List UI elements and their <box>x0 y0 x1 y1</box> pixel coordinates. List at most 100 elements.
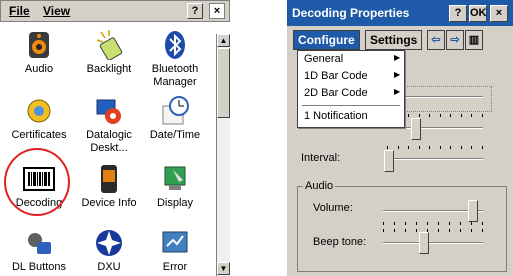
app-label: Bluetooth Manager <box>151 63 199 88</box>
tick-mark <box>383 229 384 232</box>
tick-mark <box>460 229 461 232</box>
tick-mark <box>416 222 417 225</box>
interval-slider-track <box>387 158 483 160</box>
interval-slider-thumb[interactable] <box>384 150 394 172</box>
app-label: Date/Time <box>149 129 201 141</box>
tick-mark <box>405 222 406 225</box>
interval-label: Interval: <box>301 152 341 164</box>
menu-item-notification[interactable]: 1 Notification <box>304 110 368 122</box>
tick-mark <box>408 114 409 117</box>
bluetooth-icon <box>159 30 191 60</box>
clock-icon <box>159 96 191 126</box>
tick-mark <box>460 222 461 225</box>
tick-mark <box>482 229 483 232</box>
tick-mark <box>482 222 483 225</box>
menu-separator <box>302 105 400 106</box>
app-dl-buttons[interactable]: DL Buttons <box>4 228 74 274</box>
app-dxu[interactable]: DXU <box>74 228 144 274</box>
speaker-icon <box>23 30 55 60</box>
scroll-down-arrow[interactable]: ▼ <box>217 262 230 275</box>
tick-mark <box>429 146 430 149</box>
error-icon <box>159 228 191 258</box>
tick-mark <box>419 146 420 149</box>
tick-mark <box>450 146 451 149</box>
view-menu[interactable]: View <box>43 4 70 18</box>
tick-mark <box>440 146 441 149</box>
app-datalogic-desktop[interactable]: Datalogic Deskt... <box>74 96 144 155</box>
tab-configure[interactable]: Configure <box>293 30 360 50</box>
app-certificates[interactable]: Certificates <box>4 96 74 142</box>
app-label: DXU <box>97 261 121 273</box>
slider-thumb[interactable] <box>411 118 421 140</box>
submenu-arrow-icon: ▶ <box>394 70 401 79</box>
app-label: DL Buttons <box>11 261 66 273</box>
right-arrow-icon[interactable]: ⇨ <box>446 30 464 50</box>
app-device-info[interactable]: Device Info <box>74 164 144 210</box>
app-audio[interactable]: Audio <box>4 30 74 76</box>
app-backlight[interactable]: Backlight <box>74 30 144 76</box>
tick-mark <box>471 114 472 117</box>
app-error[interactable]: Error <box>140 228 210 274</box>
datalogic-icon <box>93 96 125 126</box>
beep-tone-slider-thumb[interactable] <box>419 232 429 254</box>
slider-ticks <box>387 146 483 150</box>
tick-mark <box>383 222 384 225</box>
slider-ticks <box>383 222 483 226</box>
focus-outline <box>397 86 492 112</box>
volume-label: Volume: <box>313 202 353 214</box>
dxu-icon <box>93 228 125 258</box>
close-button[interactable]: × <box>209 3 225 19</box>
volume-slider-thumb[interactable] <box>468 200 478 222</box>
app-label: Display <box>156 197 194 209</box>
buttons-icon <box>23 228 55 258</box>
app-label: Datalogic Deskt... <box>86 129 132 154</box>
tick-mark <box>482 146 483 149</box>
beep-tone-label: Beep tone: <box>313 236 367 248</box>
ok-button[interactable]: OK <box>469 5 487 22</box>
file-menu[interactable]: File <box>9 4 30 18</box>
tab-settings[interactable]: Settings <box>365 30 423 50</box>
scroll-thumb[interactable] <box>217 48 230 118</box>
scroll-up-arrow[interactable]: ▲ <box>217 34 230 47</box>
close-button[interactable]: × <box>490 5 508 22</box>
app-label: Error <box>162 261 188 273</box>
submenu-arrow-icon: ▶ <box>394 53 401 62</box>
tick-mark <box>438 229 439 232</box>
tick-mark <box>394 222 395 225</box>
app-label: Audio <box>24 63 54 75</box>
menu-item-2d-bar-code[interactable]: 2D Bar Code ▶ <box>304 87 400 99</box>
help-button[interactable]: ? <box>187 3 203 19</box>
highlight-circle <box>4 148 70 216</box>
display-icon <box>159 164 191 194</box>
window-title: Decoding Properties <box>292 6 410 20</box>
app-date-time[interactable]: Date/Time <box>140 96 210 142</box>
audio-group-label: Audio <box>303 180 336 192</box>
scrollbar[interactable]: ▲ ▼ <box>216 34 230 276</box>
beep-tone-slider-track <box>383 242 483 244</box>
app-bluetooth-manager[interactable]: Bluetooth Manager <box>140 30 210 89</box>
tick-mark <box>438 222 439 225</box>
tick-mark <box>387 146 388 149</box>
menu-item-general[interactable]: General ▶ <box>304 53 400 65</box>
menu-bar: File View ? × <box>0 0 230 22</box>
decoding-properties-window: Decoding Properties ? OK × Configure Set… <box>287 0 513 276</box>
tick-mark <box>405 229 406 232</box>
tick-mark <box>471 229 472 232</box>
app-label: Device Info <box>81 197 137 209</box>
app-label: Backlight <box>86 63 132 75</box>
configure-dropdown-menu: General ▶ 1D Bar Code ▶ 2D Bar Code ▶ 1 Not… <box>297 50 405 128</box>
app-display[interactable]: Display <box>140 164 210 210</box>
tick-mark <box>471 146 472 149</box>
title-bar: Decoding Properties ? OK × <box>287 0 513 26</box>
tab-bar: Configure Settings ⇦ ⇨ ▥ <box>293 30 509 50</box>
menu-item-1d-bar-code[interactable]: 1D Bar Code ▶ <box>304 70 400 82</box>
help-button[interactable]: ? <box>449 5 467 22</box>
left-arrow-icon[interactable]: ⇦ <box>427 30 445 50</box>
tick-mark <box>461 146 462 149</box>
keyboard-icon[interactable]: ▥ <box>465 30 483 50</box>
tick-mark <box>449 222 450 225</box>
certificate-icon <box>23 96 55 126</box>
submenu-arrow-icon: ▶ <box>394 87 401 96</box>
control-panel-window: File View ? × Audio Backlight Bluetooth … <box>0 0 230 276</box>
tick-mark <box>461 114 462 117</box>
